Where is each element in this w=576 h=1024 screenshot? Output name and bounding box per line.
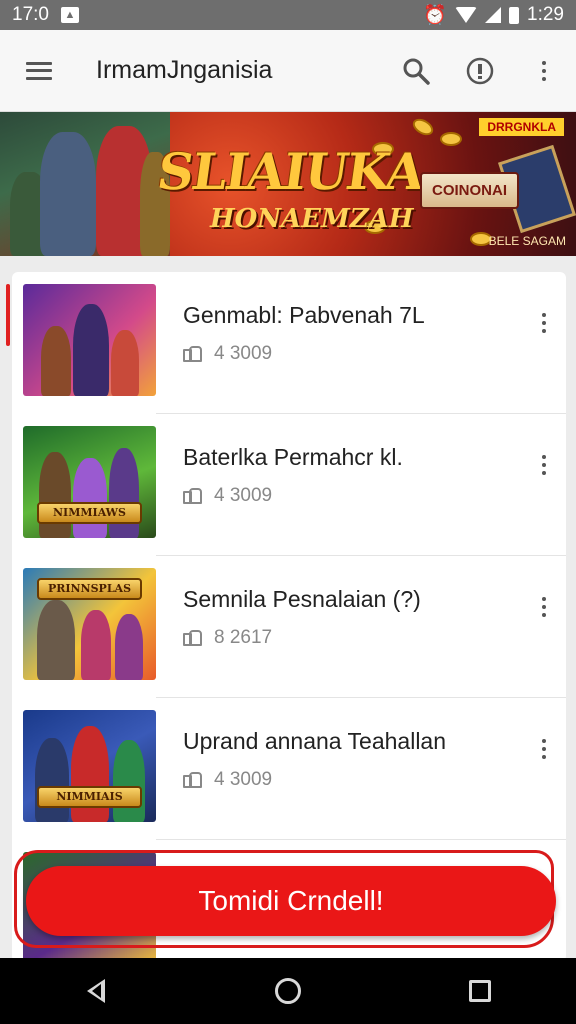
item-more-button[interactable] bbox=[532, 308, 556, 338]
item-meta: 4 3009 bbox=[183, 769, 446, 791]
character-figure bbox=[73, 458, 107, 538]
character-figure bbox=[35, 738, 69, 822]
item-text: Baterlka Permahcr kl. 4 3009 bbox=[183, 444, 403, 507]
game-thumbnail: NIMMIAIS bbox=[23, 710, 156, 822]
nav-recents-button[interactable] bbox=[440, 958, 520, 1024]
character-figure bbox=[37, 600, 75, 680]
banner-badge: DRRGNKLA bbox=[479, 118, 564, 136]
banner-title: SLIAIUKA bbox=[153, 142, 427, 201]
info-button[interactable] bbox=[448, 30, 512, 112]
thumbs-up-icon bbox=[183, 487, 202, 504]
item-rating: 4 3009 bbox=[214, 485, 273, 506]
hero-figure bbox=[40, 132, 96, 256]
item-more-button[interactable] bbox=[532, 592, 556, 622]
list-item[interactable]: PRINNSPLAS Semnila Pesnalaian (?) 8 2617 bbox=[12, 556, 566, 698]
item-title: Uprand annana Teahallan bbox=[183, 728, 447, 754]
banner-footer: BELE SAGAM bbox=[488, 234, 566, 248]
status-time-right: 1:29 bbox=[527, 4, 564, 25]
item-meta: 4 3009 bbox=[183, 485, 403, 507]
more-vert-icon bbox=[542, 455, 546, 475]
item-meta: 8 2617 bbox=[183, 627, 421, 649]
item-text: Semnila Pesnalaian (?) 8 2617 bbox=[183, 586, 421, 649]
item-title: Genmabl: Pabvenah 7L bbox=[183, 302, 425, 328]
item-more-button[interactable] bbox=[532, 450, 556, 480]
search-icon bbox=[403, 58, 430, 85]
back-icon bbox=[87, 979, 105, 1003]
banner-heroes-image bbox=[0, 112, 170, 256]
item-more-button[interactable] bbox=[532, 734, 556, 764]
status-bar: 17:0 ▲ ⏰ 1:29 bbox=[0, 0, 576, 30]
info-icon bbox=[466, 57, 494, 84]
thumbs-up-icon bbox=[183, 771, 202, 788]
nav-back-button[interactable] bbox=[56, 958, 136, 1024]
character-figure bbox=[73, 304, 109, 396]
banner-subtitle: HONAEMZAH bbox=[210, 204, 414, 234]
status-left: 17:0 ▲ bbox=[12, 4, 79, 26]
app-bar: IrmamJnganisia bbox=[0, 30, 576, 112]
menu-button[interactable] bbox=[0, 30, 78, 112]
game-logo: NIMMIAIS bbox=[37, 786, 142, 808]
navigation-bar bbox=[0, 958, 576, 1024]
item-rating: 4 3009 bbox=[214, 343, 273, 364]
character-figure bbox=[115, 614, 143, 680]
selection-marker bbox=[6, 284, 10, 346]
character-figure bbox=[39, 452, 71, 538]
battery-icon bbox=[509, 6, 520, 24]
game-thumbnail: PRINNSPLAS bbox=[23, 568, 156, 680]
notification-icon: ▲ bbox=[60, 7, 79, 23]
game-thumbnail: NIMMIAWS bbox=[23, 426, 156, 538]
app-title: IrmamJnganisia bbox=[96, 56, 273, 84]
game-logo: PRINNSPLAS bbox=[37, 578, 142, 600]
list-item[interactable]: NIMMIAWS Baterlka Permahcr kl. 4 3009 bbox=[12, 414, 566, 556]
appbar-actions bbox=[384, 30, 576, 112]
signal-icon bbox=[485, 7, 502, 23]
character-figure bbox=[81, 610, 111, 680]
coin-decoration bbox=[409, 115, 437, 139]
hamburger-icon bbox=[26, 61, 52, 80]
cta-button[interactable]: Tomidi Crndell! bbox=[26, 866, 556, 936]
thumbs-up-icon bbox=[183, 345, 202, 362]
coin-decoration bbox=[440, 132, 462, 146]
promo-banner[interactable]: SLIAIUKA HONAEMZAH DRRGNKLA COINONAI BEL… bbox=[0, 112, 576, 256]
more-vert-icon bbox=[542, 60, 546, 81]
list-item[interactable]: Genmabl: Pabvenah 7L 4 3009 bbox=[12, 272, 566, 414]
thumbs-up-icon bbox=[183, 629, 202, 646]
item-text: Genmabl: Pabvenah 7L 4 3009 bbox=[183, 302, 425, 365]
status-time-left: 17:0 bbox=[12, 4, 49, 25]
character-figure bbox=[111, 330, 139, 396]
game-thumbnail bbox=[23, 284, 156, 396]
item-rating: 8 2617 bbox=[214, 627, 273, 648]
alarm-icon: ⏰ bbox=[423, 5, 448, 26]
item-text: Uprand annana Teahallan 4 3009 bbox=[183, 728, 446, 791]
list-item[interactable]: NIMMIAIS Uprand annana Teahallan 4 3009 bbox=[12, 698, 566, 840]
recents-icon bbox=[469, 980, 491, 1002]
item-title: Baterlka Permahcr kl. bbox=[183, 444, 403, 470]
item-meta: 4 3009 bbox=[183, 343, 425, 365]
status-right: ⏰ 1:29 bbox=[423, 3, 564, 27]
search-button[interactable] bbox=[384, 30, 448, 112]
character-figure bbox=[41, 326, 71, 396]
more-vert-icon bbox=[542, 739, 546, 759]
banner-button[interactable]: COINONAI bbox=[420, 172, 519, 209]
item-rating: 4 3009 bbox=[214, 769, 273, 790]
more-options-button[interactable] bbox=[512, 30, 576, 112]
character-figure bbox=[109, 448, 139, 538]
more-vert-icon bbox=[542, 597, 546, 617]
home-icon bbox=[275, 978, 301, 1004]
more-vert-icon bbox=[542, 313, 546, 333]
wifi-icon bbox=[455, 7, 478, 23]
game-logo: NIMMIAWS bbox=[37, 502, 142, 524]
character-figure bbox=[113, 740, 145, 822]
item-title: Semnila Pesnalaian (?) bbox=[183, 586, 421, 612]
nav-home-button[interactable] bbox=[248, 958, 328, 1024]
